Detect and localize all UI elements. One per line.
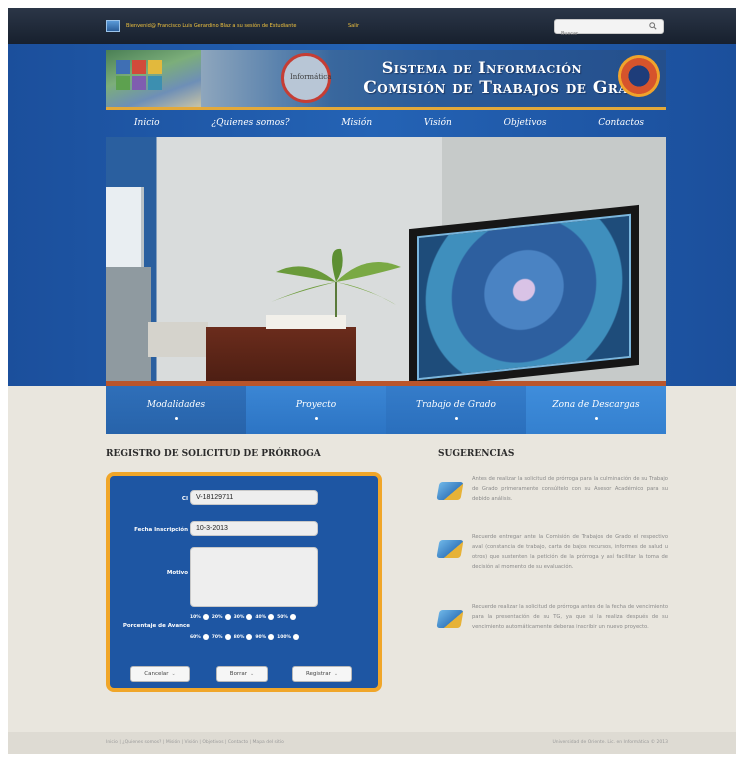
note-icon [436,482,464,500]
welcome-message: Bienvenid@ Francisco Luis Gerardino Blaz… [126,23,297,29]
plant-image [271,248,401,317]
top-bar: Bienvenid@ Francisco Luis Gerardino Blaz… [8,8,736,44]
form-heading: REGISTRO DE SOLICITUD DE PRÓRROGA [106,449,321,459]
tab-proyecto[interactable]: Proyecto [246,386,386,434]
percent-100-option[interactable]: 100% [277,634,300,640]
suggestion-item: Recuerde entregar ante la Comisión de Tr… [436,532,668,592]
percent-30-option[interactable]: 30% [234,614,253,620]
nav-contactos[interactable]: Contactos [598,112,644,134]
percent-options-row2: 60% 70% 80% 90% 100% [190,634,300,640]
percent-10-option[interactable]: 10% [190,614,209,620]
hero-photo [106,137,666,387]
search-input[interactable] [555,27,645,41]
tab-modalidades[interactable]: Modalidades [106,386,246,434]
porcentaje-avance-label: Porcentaje de Avance [122,623,190,629]
site-title-line2: Comisión de Trabajos de Grado [363,78,650,98]
tab-zona-de-descargas[interactable]: Zona de Descargas [526,386,666,434]
main-nav: Inicio ¿Quienes somos? Misión Visión Obj… [106,112,666,134]
note-icon [436,610,464,628]
percent-40-option[interactable]: 40% [255,614,275,620]
chevron-down-icon: ⌄ [250,671,255,677]
suggestion-item: Antes de realizar la solicitud de prórro… [436,474,668,534]
percent-70-option[interactable]: 70% [212,634,231,640]
nav-inicio[interactable]: Inicio [134,112,160,134]
painting-image [409,204,639,387]
footer: Inicio | ¿Quienes somos? | Misión | Visi… [8,732,736,754]
tab-trabajo-de-grado[interactable]: Trabajo de Grado [386,386,526,434]
percent-60-option[interactable]: 60% [190,634,209,640]
informatica-logo: Informática [281,53,331,103]
user-icon [106,20,120,32]
site-title-line1: Sistema de Información [381,58,582,77]
section-nav: Modalidades Proyecto Trabajo de Grado Zo… [106,386,666,434]
note-icon [436,540,464,558]
copyright-text: Universidad de Oriente. Lic. en Informát… [552,740,668,745]
ci-label: CI [181,496,188,502]
chevron-down-icon: ⌄ [333,671,339,677]
nav-quienes-somos[interactable]: ¿Quienes somos? [211,112,289,134]
fecha-inscripcion-label: Fecha Inscripción [134,527,188,533]
submit-button[interactable]: Registrar ⌄ [292,666,352,682]
percent-50-option[interactable]: 50% [277,614,296,620]
percent-90-option[interactable]: 90% [255,634,275,640]
site-banner: Informática Sistema de Información Comis… [106,50,666,110]
nav-mision[interactable]: Misión [341,112,372,134]
suggestions-heading: SUGERENCIAS [438,449,515,459]
suggestion-item: Recuerde realizar la solicitud de prórro… [436,602,668,662]
percent-options-row1: 10% 20% 30% 40% 50% [190,614,296,620]
banner-photo [106,50,201,107]
page: Bienvenid@ Francisco Luis Gerardino Blaz… [8,8,736,754]
search-box [554,19,664,41]
cancel-button[interactable]: Cancelar ⌄ [130,666,190,682]
nav-vision[interactable]: Visión [424,112,452,134]
percent-20-option[interactable]: 20% [212,614,231,620]
search-icon[interactable] [649,22,657,30]
fecha-inscripcion-field[interactable] [190,521,318,536]
motivo-label: Motivo [166,570,188,576]
motivo-textarea[interactable] [190,547,318,607]
clear-button[interactable]: Borrar ⌄ [216,666,268,682]
extension-request-form: CI Fecha Inscripción Motivo Porcentaje d… [106,472,382,692]
footer-links[interactable]: Inicio | ¿Quienes somos? | Misión | Visi… [106,740,284,745]
nav-objetivos[interactable]: Objetivos [504,112,547,134]
ci-field[interactable] [190,490,318,505]
percent-80-option[interactable]: 80% [234,634,253,640]
logout-link[interactable]: Salir [348,23,359,29]
university-seal-logo [618,55,660,97]
chevron-down-icon: ⌄ [171,671,176,677]
